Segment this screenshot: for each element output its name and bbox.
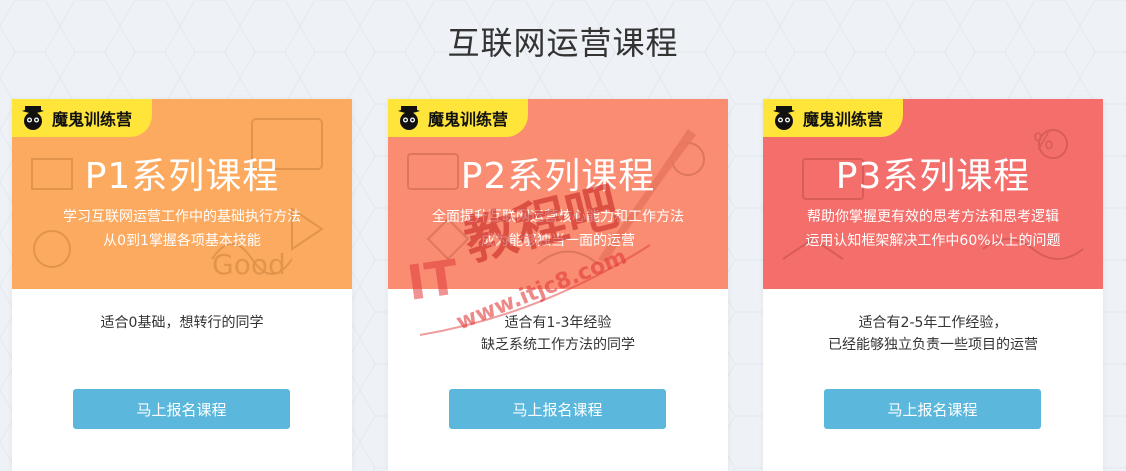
brand-badge: 魔鬼训练营 bbox=[763, 99, 903, 137]
audience-line: 适合0基础，想转行的同学 bbox=[100, 315, 264, 331]
card-banner: Good 魔鬼训练营 P1系列课程 学习互联网运营工作中的基础执行方法 从0到1… bbox=[12, 99, 352, 289]
target-audience: 适合有1-3年经验 缺乏系统工作方法的同学 bbox=[388, 312, 728, 356]
series-title: P2系列课程 bbox=[460, 156, 656, 197]
card-banner: 魔鬼训练营 P2系列课程 全面提升互联网运营核心能力和工作方法 成为能够独当一面… bbox=[388, 99, 728, 289]
target-audience: 适合有2-5年工作经验， 已经能够独立负责一些项目的运营 bbox=[763, 312, 1103, 356]
brand-name: 魔鬼训练营 bbox=[428, 110, 509, 129]
audience-line: 适合有1-3年经验 bbox=[504, 315, 612, 331]
brand-badge: 魔鬼训练营 bbox=[388, 99, 528, 137]
enroll-button[interactable]: 马上报名课程 bbox=[449, 389, 666, 429]
brand-name: 魔鬼训练营 bbox=[52, 110, 133, 129]
description-line: 成为能够独当一面的运营 bbox=[481, 233, 635, 249]
brand-badge: 魔鬼训练营 bbox=[12, 99, 152, 137]
audience-line: 适合有2-5年工作经验， bbox=[858, 315, 1008, 331]
audience-line: 缺乏系统工作方法的同学 bbox=[481, 337, 635, 353]
course-description: 学习互联网运营工作中的基础执行方法 从0到1掌握各项基本技能 bbox=[12, 205, 352, 253]
enroll-button[interactable]: 马上报名课程 bbox=[73, 389, 290, 429]
owl-logo-icon bbox=[22, 106, 44, 130]
card-banner: % 魔鬼训练营 P3系列课程 帮助你掌握更有效的思考方法和思考逻辑 运用认知框架… bbox=[763, 99, 1103, 289]
course-description: 全面提升互联网运营核心能力和工作方法 成为能够独当一面的运营 bbox=[388, 205, 728, 253]
owl-logo-icon bbox=[773, 106, 795, 130]
owl-logo-icon bbox=[398, 106, 420, 130]
target-audience: 适合0基础，想转行的同学 bbox=[12, 312, 352, 334]
description-line: 学习互联网运营工作中的基础执行方法 bbox=[63, 209, 301, 225]
series-title: P1系列课程 bbox=[84, 156, 280, 197]
brand-name: 魔鬼训练营 bbox=[803, 110, 884, 129]
description-line: 全面提升互联网运营核心能力和工作方法 bbox=[432, 209, 684, 225]
audience-line: 已经能够独立负责一些项目的运营 bbox=[828, 337, 1038, 353]
description-line: 从0到1掌握各项基本技能 bbox=[103, 233, 261, 249]
course-card-p3: % 魔鬼训练营 P3系列课程 帮助你掌握更有效的思考方法和思考逻辑 运用认知框架… bbox=[763, 99, 1103, 471]
course-card-p2: 魔鬼训练营 P2系列课程 全面提升互联网运营核心能力和工作方法 成为能够独当一面… bbox=[388, 99, 728, 471]
course-card-p1: Good 魔鬼训练营 P1系列课程 学习互联网运营工作中的基础执行方法 从0到1… bbox=[12, 99, 352, 471]
series-title: P3系列课程 bbox=[835, 156, 1031, 197]
description-line: 帮助你掌握更有效的思考方法和思考逻辑 bbox=[807, 209, 1059, 225]
description-line: 运用认知框架解决工作中60%以上的问题 bbox=[805, 233, 1061, 249]
enroll-button[interactable]: 马上报名课程 bbox=[824, 389, 1041, 429]
course-description: 帮助你掌握更有效的思考方法和思考逻辑 运用认知框架解决工作中60%以上的问题 bbox=[763, 205, 1103, 253]
page-title: 互联网运营课程 bbox=[447, 24, 679, 62]
